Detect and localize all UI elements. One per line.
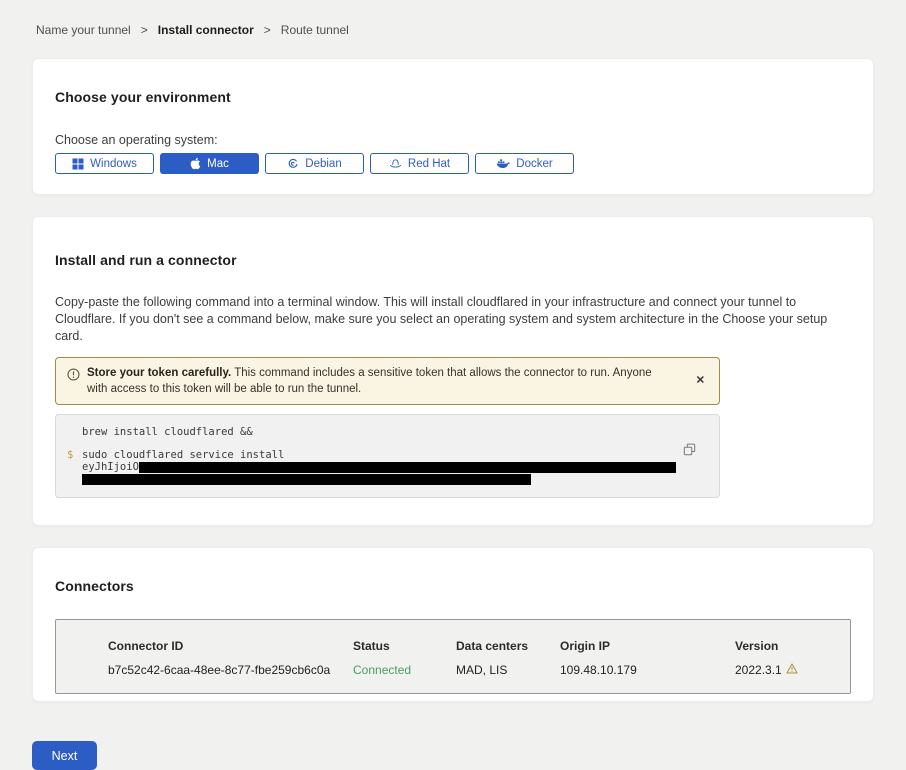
warning-message: Store your token carefully. This command… [87, 365, 707, 397]
breadcrumb-separator: > [141, 23, 148, 37]
col-header-status: Status [353, 639, 456, 653]
os-select-label: Choose an operating system: [55, 133, 851, 147]
alert-circle-icon [67, 368, 80, 386]
copy-icon[interactable] [683, 443, 696, 459]
os-button-docker[interactable]: Docker [475, 153, 574, 174]
install-card-title: Install and run a connector [55, 252, 851, 268]
breadcrumb-step-route-tunnel[interactable]: Route tunnel [281, 23, 349, 37]
connectors-card: Connectors Connector ID Status Data cent… [32, 547, 874, 702]
windows-icon [72, 158, 84, 170]
col-header-origin-ip: Origin IP [560, 639, 735, 653]
debian-icon [287, 158, 299, 170]
redacted-token-bar [139, 462, 676, 473]
os-button-debian[interactable]: Debian [265, 153, 364, 174]
close-icon[interactable]: ✕ [696, 376, 705, 387]
redacted-token-bar [82, 474, 531, 485]
token-prefix: eyJhIjoiO [82, 461, 139, 473]
environment-card-title: Choose your environment [55, 89, 851, 105]
breadcrumb-separator: > [264, 23, 271, 37]
os-button-group: Windows Mac Debian [55, 153, 851, 174]
data-centers-value: MAD, LIS [456, 663, 560, 677]
breadcrumb-step-install-connector[interactable]: Install connector [158, 23, 254, 37]
warning-message-bold: Store your token carefully. [87, 367, 231, 379]
docker-icon [496, 158, 510, 169]
code-line-token: eyJhIjoiO [67, 462, 679, 473]
code-gutter [67, 426, 82, 438]
os-button-label: Mac [207, 158, 229, 170]
code-line-sudo: $ sudo cloudflared service install [67, 449, 679, 461]
token-warning-banner: Store your token carefully. This command… [55, 357, 720, 405]
os-button-label: Windows [90, 158, 137, 170]
col-header-version: Version [735, 639, 850, 653]
table-row: b7c52c42-6caa-48ee-8c77-fbe259cb6c0a Con… [108, 663, 850, 677]
os-button-mac[interactable]: Mac [160, 153, 259, 174]
connectors-card-title: Connectors [55, 578, 851, 594]
apple-icon [190, 157, 201, 170]
col-header-connector-id: Connector ID [108, 639, 353, 653]
breadcrumb-step-name-your-tunnel[interactable]: Name your tunnel [36, 23, 131, 37]
os-button-label: Docker [516, 158, 552, 170]
footer: Next [0, 741, 906, 770]
connectors-table-header: Connector ID Status Data centers Origin … [108, 639, 850, 653]
status-badge: Connected [353, 663, 456, 677]
install-connector-card: Install and run a connector Copy-paste t… [32, 216, 874, 526]
connector-id-value: b7c52c42-6caa-48ee-8c77-fbe259cb6c0a [108, 663, 353, 677]
version-value: 2022.3.1 [735, 663, 850, 677]
version-warning-icon [786, 663, 798, 677]
code-line-brew: brew install cloudflared && [67, 426, 679, 438]
os-button-label: Red Hat [408, 158, 450, 170]
breadcrumb: Name your tunnel > Install connector > R… [0, 0, 906, 37]
os-button-redhat[interactable]: Red Hat [370, 153, 469, 174]
os-button-label: Debian [305, 158, 341, 170]
redhat-icon [389, 158, 402, 170]
col-header-data-centers: Data centers [456, 639, 560, 653]
next-button[interactable]: Next [32, 741, 97, 770]
os-button-windows[interactable]: Windows [55, 153, 154, 174]
environment-card: Choose your environment Choose an operat… [32, 58, 874, 195]
connectors-table: Connector ID Status Data centers Origin … [55, 619, 851, 694]
install-description: Copy-paste the following command into a … [55, 294, 851, 345]
code-gutter [67, 462, 82, 473]
shell-prompt: $ [67, 449, 82, 461]
origin-ip-value: 109.48.10.179 [560, 663, 735, 677]
install-command-code-block: brew install cloudflared && $ sudo cloud… [55, 414, 720, 498]
